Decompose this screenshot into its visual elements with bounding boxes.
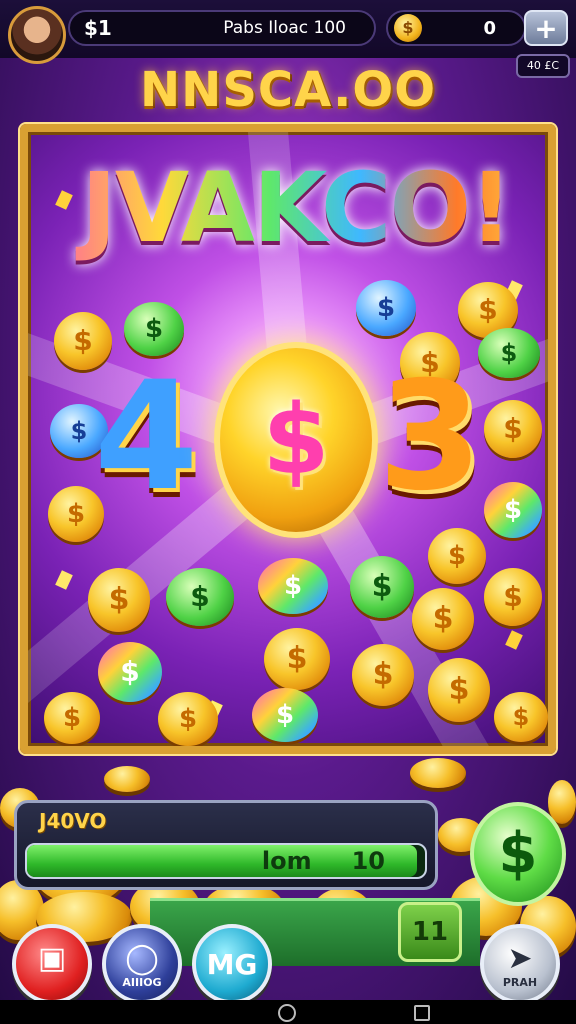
coin-icon: $	[352, 644, 414, 706]
player-avatar[interactable]	[8, 6, 66, 64]
play-button[interactable]: ➤ PRAH	[480, 924, 560, 1004]
bet-value[interactable]: 11	[398, 902, 462, 962]
coin-icon: $	[264, 628, 330, 690]
balance-amount: $1	[84, 16, 112, 40]
collect-coin-button[interactable]: $	[470, 802, 566, 906]
coin-icon: $	[428, 528, 486, 584]
coin-pile	[410, 758, 466, 788]
coin-icon: $	[484, 482, 542, 538]
jackpot-frame: JVAKCO! $ $ $ $ $ $ $ $ $ $ $ $ $ $ $ $ …	[20, 124, 556, 754]
jackpot-banner: JVAKCO!	[28, 152, 548, 264]
coin-count: 0	[483, 17, 496, 39]
coin-icon: $	[252, 688, 318, 742]
recents-icon[interactable]	[414, 1005, 430, 1021]
coin-icon: $	[412, 588, 474, 650]
stop-button[interactable]: ▣	[12, 924, 92, 1004]
balance-pill: $1 Pabs Iloac 100	[68, 10, 376, 46]
game-title: Pabs Iloac 100	[223, 18, 346, 38]
coin-icon: $	[158, 692, 218, 746]
mg-button[interactable]: MG	[192, 924, 272, 1004]
play-arrow-icon: ➤	[507, 941, 533, 976]
coin-icon: $	[494, 692, 548, 742]
coin-icon: $	[478, 328, 540, 378]
coin-icon: $	[484, 568, 542, 626]
coin-pile	[104, 766, 150, 792]
play-label: PRAH	[502, 976, 538, 989]
coin-icon: $	[166, 568, 234, 626]
progress-right-text: 10	[351, 847, 385, 875]
auto-button[interactable]: ◯ AIIIOG	[102, 924, 182, 1004]
jackpot-progress-panel: J40VO lom 10	[14, 800, 438, 890]
confetti	[55, 570, 73, 590]
jackpot-coin: $	[214, 342, 378, 538]
jackpot-digit-left: 4	[94, 350, 199, 524]
coin-icon: $	[356, 280, 416, 336]
confetti	[505, 630, 523, 650]
system-nav-bar	[0, 1000, 576, 1024]
coin-icon: $	[124, 302, 184, 356]
coin-icon: $	[350, 556, 414, 618]
coin-icon: $	[428, 658, 490, 722]
add-coins-button[interactable]: +	[524, 10, 568, 46]
progress-bar: lom 10	[25, 843, 427, 879]
coin-icon: $	[394, 14, 422, 42]
auto-label: AIIIOG	[122, 976, 162, 989]
progress-label: J40VO	[39, 809, 107, 833]
coin-icon: $	[258, 558, 328, 614]
coin-icon: $	[88, 568, 150, 632]
mg-label: MG	[206, 948, 258, 981]
jackpot-digit-right: 3	[378, 350, 483, 524]
auto-icon: ◯	[125, 941, 159, 976]
stop-icon: ▣	[37, 941, 67, 976]
coin-icon: $	[484, 400, 542, 458]
coin-pill: $ 0	[386, 10, 526, 46]
progress-left-text: lom	[261, 847, 312, 875]
home-icon[interactable]	[278, 1004, 296, 1022]
headline-title: NNSCA.OO	[139, 62, 437, 118]
coin-icon: $	[44, 692, 100, 744]
coin-icon: $	[98, 642, 162, 702]
